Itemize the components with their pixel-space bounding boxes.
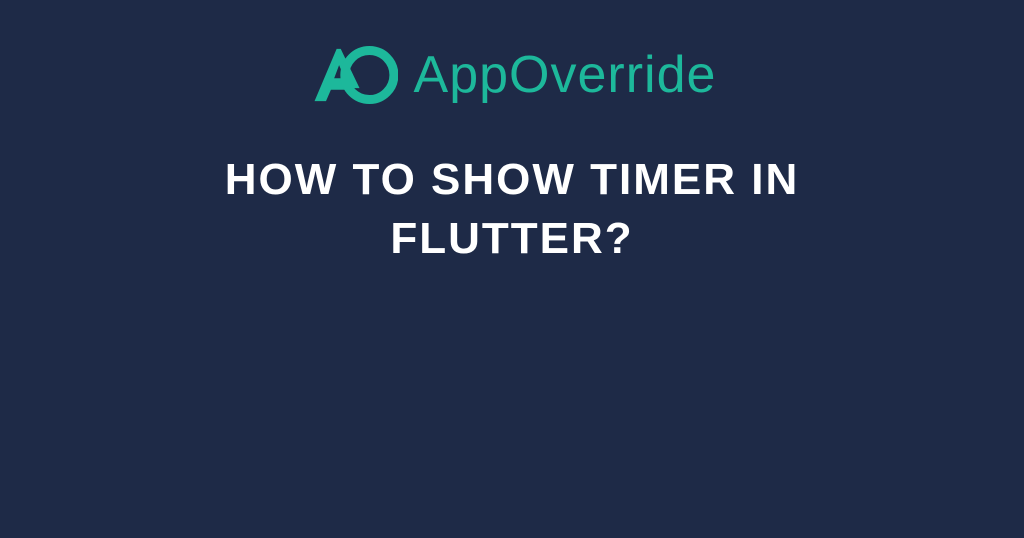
page-headline: How to Show Timer in Flutter?: [112, 150, 912, 269]
brand-logo: AppOverride: [308, 40, 717, 110]
brand-logo-icon: [308, 40, 398, 110]
brand-name: AppOverride: [414, 45, 717, 105]
